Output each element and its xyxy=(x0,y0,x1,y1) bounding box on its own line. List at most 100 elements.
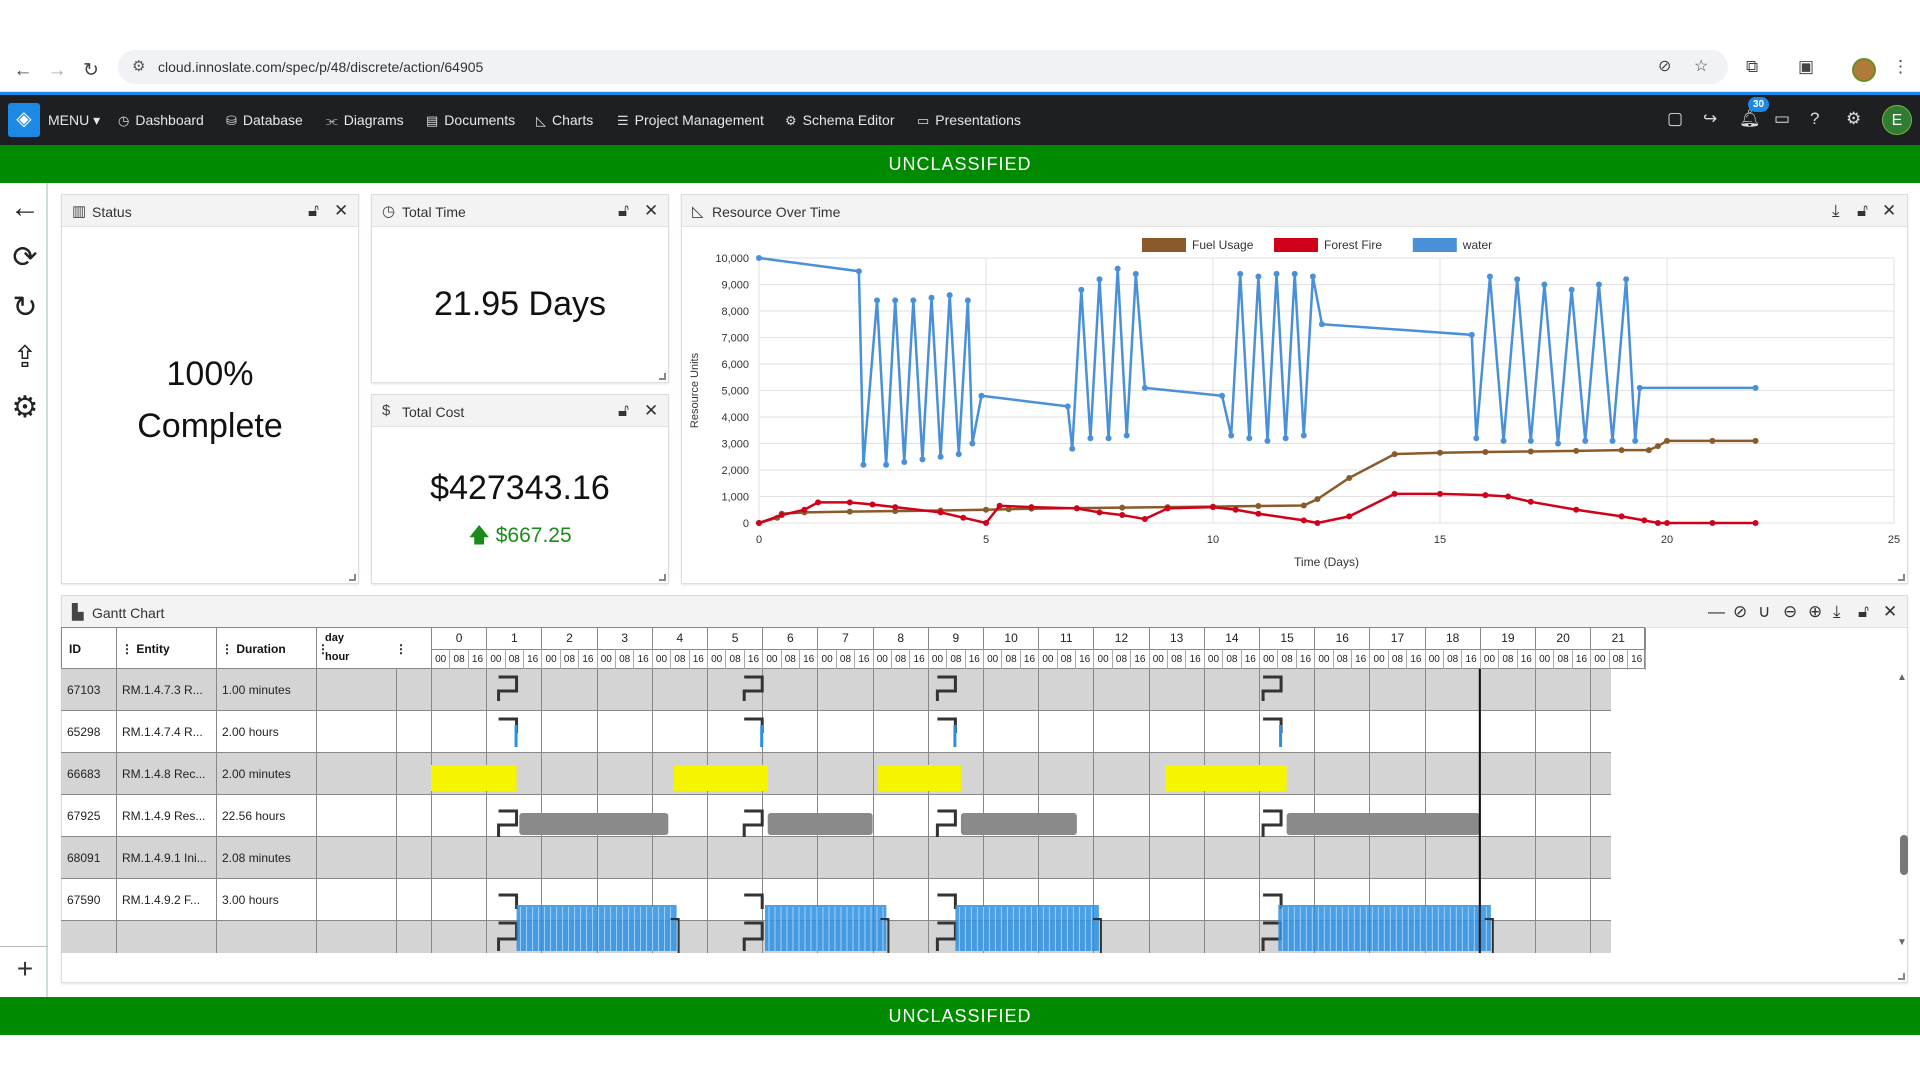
nav-documents[interactable]: ▤ Documents xyxy=(426,112,515,129)
lock-icon[interactable]: 🔓︎ xyxy=(618,401,629,421)
y-tick-label: 2,000 xyxy=(721,465,749,477)
nav-database[interactable]: ⛁ Database xyxy=(226,112,303,129)
resource-chart-panel: ◺ Resource Over Time ⤓ 🔓︎ ✕ 0 1,000 2,000 3… xyxy=(681,194,1908,584)
data-point xyxy=(815,499,822,506)
settings-gear-icon[interactable]: ⚙ xyxy=(1846,109,1861,129)
gantt-connector xyxy=(497,809,519,837)
lock-icon[interactable]: 🔓︎ xyxy=(1858,602,1869,622)
resize-handle[interactable] xyxy=(659,574,666,581)
hour-header: 08 xyxy=(781,649,800,670)
site-info-icon[interactable]: ⚙ xyxy=(132,57,145,75)
data-point xyxy=(1300,517,1307,524)
col-day-menu-icon[interactable]: ⋮ xyxy=(395,642,407,656)
col-id[interactable]: ID xyxy=(62,628,117,670)
nav-diagrams[interactable]: ⫘ Diagrams xyxy=(326,112,404,129)
zoom-in-icon[interactable]: ⊕ xyxy=(1808,602,1822,622)
close-icon[interactable]: ✕ xyxy=(1883,602,1897,622)
magnet-icon[interactable]: ∪ xyxy=(1758,602,1770,622)
address-bar[interactable]: ⚙ cloud.innoslate.com/spec/p/48/discrete… xyxy=(118,50,1728,84)
hour-header: 16 xyxy=(1628,649,1647,670)
add-widget-icon[interactable]: + xyxy=(8,953,42,985)
close-icon[interactable]: ✕ xyxy=(334,201,348,221)
resize-handle[interactable] xyxy=(659,373,666,380)
chat-icon[interactable]: ▢ xyxy=(1667,109,1683,129)
col-entity[interactable]: ⋮ Entity xyxy=(117,628,217,670)
data-point xyxy=(1752,384,1759,391)
data-point xyxy=(964,297,971,304)
hour-header: 00 xyxy=(1260,649,1279,670)
legend-swatch xyxy=(1412,238,1457,252)
star-icon[interactable]: ☆ xyxy=(1694,56,1708,76)
sync-icon[interactable]: ⟳ xyxy=(8,241,42,275)
download-icon[interactable]: ⤓ xyxy=(1832,201,1840,221)
help-icon[interactable]: ? xyxy=(1810,109,1819,129)
data-point xyxy=(892,297,899,304)
data-point xyxy=(937,453,944,460)
day-header: 7 xyxy=(818,628,874,649)
menu-button[interactable]: MENU ▾ xyxy=(48,112,100,129)
charts-icon: ◺ xyxy=(536,113,546,128)
lock-icon[interactable]: 🔓︎ xyxy=(308,201,319,221)
up-arrow-icon: 🡅 xyxy=(468,524,490,547)
nav-project-management-label: Project Management xyxy=(634,112,764,128)
close-icon[interactable]: ✕ xyxy=(644,401,658,421)
col-day-hour[interactable]: ⋮ day hour ⋮ xyxy=(317,628,432,670)
gantt-bar xyxy=(953,725,957,747)
lock-icon[interactable]: 🔓︎ xyxy=(618,201,629,221)
close-icon[interactable]: ✕ xyxy=(1882,201,1896,221)
sidepanel-icon[interactable]: ▣ xyxy=(1798,57,1814,77)
hour-header: 16 xyxy=(1241,649,1260,670)
extensions-icon[interactable]: ⧉ xyxy=(1746,57,1758,77)
hour-header: 08 xyxy=(450,649,469,670)
data-point xyxy=(1568,286,1575,293)
gantt-connector xyxy=(1263,717,1283,733)
data-point xyxy=(756,255,762,261)
zoom-out-icon[interactable]: ⊖ xyxy=(1783,602,1797,622)
y-tick-label: 4,000 xyxy=(721,412,749,424)
col-day-label: day xyxy=(325,632,344,644)
refresh-icon[interactable]: ↻ xyxy=(8,291,42,325)
forward-arrow-icon[interactable]: → xyxy=(44,58,70,84)
download-icon[interactable]: ⤓ xyxy=(1833,602,1841,622)
browser-profile-avatar[interactable] xyxy=(1852,58,1876,82)
hour-header: 08 xyxy=(1002,649,1021,670)
data-point xyxy=(1114,265,1121,272)
upload-icon[interactable]: ⇪ xyxy=(8,341,42,375)
back-icon[interactable]: ← xyxy=(8,191,42,225)
bell-icon[interactable]: 🔔︎ xyxy=(1739,109,1761,129)
url-text[interactable]: cloud.innoslate.com/spec/p/48/discrete/a… xyxy=(158,59,483,75)
hour-header: 16 xyxy=(855,649,874,670)
eye-off-icon[interactable]: ⊘ xyxy=(1658,56,1671,76)
minimize-icon[interactable]: — xyxy=(1708,602,1725,622)
reload-icon[interactable]: ↻ xyxy=(78,58,104,84)
col-duration[interactable]: ⋮ Duration xyxy=(217,628,317,670)
nav-schema-editor[interactable]: ⚙ Schema Editor xyxy=(785,112,894,129)
nav-presentations[interactable]: ▭ Presentations xyxy=(917,112,1021,129)
data-point xyxy=(1273,270,1280,277)
browser-menu-icon[interactable]: ⋮ xyxy=(1892,57,1909,77)
resize-handle[interactable] xyxy=(1898,574,1905,581)
hour-header: 16 xyxy=(1020,649,1040,670)
no-notify-icon[interactable]: ⊘ xyxy=(1733,602,1747,622)
nav-charts[interactable]: ◺ Charts xyxy=(536,112,593,129)
nav-project-management[interactable]: ☰ Project Management xyxy=(617,112,764,129)
data-point xyxy=(1486,273,1493,280)
resize-handle[interactable] xyxy=(1898,973,1905,980)
hour-header: 00 xyxy=(873,649,892,670)
day-header: 16 xyxy=(1315,628,1371,649)
innoslate-logo-icon[interactable]: ◈ xyxy=(8,103,40,137)
close-icon[interactable]: ✕ xyxy=(644,201,658,221)
gantt-scrollbar[interactable] xyxy=(1900,835,1908,875)
hour-header: 08 xyxy=(1112,649,1132,670)
back-arrow-icon[interactable]: ← xyxy=(10,58,36,84)
data-point xyxy=(1664,437,1670,444)
share-icon[interactable]: ↪ xyxy=(1703,109,1717,129)
lock-icon[interactable]: 🔓︎ xyxy=(1857,201,1868,221)
resize-handle[interactable] xyxy=(349,574,356,581)
user-avatar[interactable]: E xyxy=(1882,105,1912,135)
folder-icon[interactable]: ▭ xyxy=(1774,109,1790,129)
gantt-scroll-up-icon[interactable]: ▲ xyxy=(1897,672,1907,683)
nav-dashboard[interactable]: ◷ Dashboard xyxy=(118,112,204,129)
settings-icon[interactable]: ⚙ xyxy=(8,391,42,425)
gantt-scroll-down-icon[interactable]: ▼ xyxy=(1897,937,1907,948)
